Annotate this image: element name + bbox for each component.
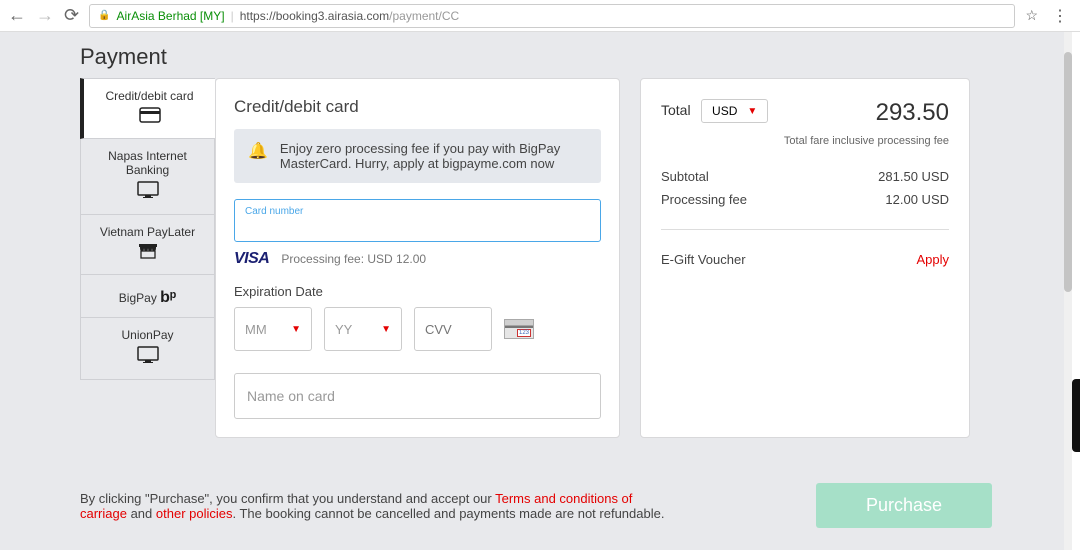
- disclaimer-text: By clicking "Purchase", you confirm that…: [80, 491, 680, 521]
- payment-method-tabs: Credit/debit card Napas Internet Banking…: [80, 78, 215, 438]
- expiry-month-select[interactable]: MM ▼: [234, 307, 312, 351]
- tab-label: Credit/debit card: [105, 89, 193, 103]
- card-number-field[interactable]: Card number: [234, 199, 601, 242]
- address-bar[interactable]: 🔒 AirAsia Berhad [MY] | https://booking3…: [89, 4, 1015, 28]
- page-title: Payment: [80, 32, 992, 78]
- expiration-label: Expiration Date: [234, 284, 601, 299]
- caret-down-icon: ▼: [747, 106, 757, 117]
- tab-vietnam-paylater[interactable]: Vietnam PayLater: [80, 215, 215, 275]
- placeholder: YY: [335, 322, 352, 337]
- summary-line-subtotal: Subtotal 281.50 USD: [661, 165, 949, 188]
- tab-label: UnionPay: [121, 328, 173, 342]
- line-value: 281.50 USD: [878, 169, 949, 184]
- expiry-year-select[interactable]: YY ▼: [324, 307, 402, 351]
- card-form-panel: Credit/debit card 🔔 Enjoy zero processin…: [215, 78, 620, 438]
- tab-label: Napas Internet Banking: [108, 149, 187, 177]
- caret-down-icon: ▼: [291, 324, 301, 335]
- total-amount: 293.50: [876, 99, 949, 127]
- line-label: Processing fee: [661, 192, 747, 207]
- store-icon: [87, 243, 208, 264]
- visa-logo-icon: VISA: [234, 250, 269, 268]
- card-icon: [90, 107, 209, 128]
- processing-fee-text: Processing fee: USD 12.00: [281, 252, 426, 266]
- tab-bigpay[interactable]: BigPay bᵖ: [80, 275, 215, 318]
- name-on-card-input[interactable]: [234, 373, 601, 419]
- total-subtext: Total fare inclusive processing fee: [661, 135, 949, 147]
- bookmark-star-icon[interactable]: ☆: [1025, 7, 1038, 24]
- promo-banner: 🔔 Enjoy zero processing fee if you pay w…: [234, 129, 601, 183]
- total-label: Total: [661, 102, 691, 118]
- lock-icon: 🔒: [98, 10, 110, 21]
- tab-unionpay[interactable]: UnionPay: [80, 318, 215, 380]
- cvv-card-icon: [504, 319, 534, 339]
- tab-napas-internet-banking[interactable]: Napas Internet Banking: [80, 139, 215, 215]
- summary-line-processing-fee: Processing fee 12.00 USD: [661, 188, 949, 211]
- scrollbar-vertical[interactable]: [1064, 32, 1072, 550]
- back-button[interactable]: ←: [8, 5, 26, 26]
- monitor-icon: [87, 346, 208, 369]
- panel-heading: Credit/debit card: [234, 97, 601, 117]
- caret-down-icon: ▼: [381, 324, 391, 335]
- summary-panel: Total USD ▼ 293.50 Total fare inclusive …: [640, 78, 970, 438]
- browser-menu-icon[interactable]: ⋮: [1048, 6, 1072, 26]
- url-text: https://booking3.airasia.com/payment/CC: [240, 9, 459, 23]
- field-label: Card number: [245, 206, 590, 217]
- feedback-tab[interactable]: Feedback: [1072, 379, 1080, 452]
- tab-credit-debit-card[interactable]: Credit/debit card: [80, 78, 215, 139]
- browser-toolbar: ← → ⟳ 🔒 AirAsia Berhad [MY] | https://bo…: [0, 0, 1080, 32]
- other-policies-link[interactable]: other policies: [156, 506, 233, 521]
- line-label: Subtotal: [661, 169, 709, 184]
- site-identity: AirAsia Berhad [MY]: [117, 9, 225, 23]
- line-value: 12.00 USD: [885, 192, 949, 207]
- tab-label: BigPay: [119, 291, 157, 305]
- currency-value: USD: [712, 104, 737, 118]
- page-body: Payment Credit/debit card Napas Internet…: [0, 32, 1072, 550]
- divider: [661, 229, 949, 230]
- reload-button[interactable]: ⟳: [64, 5, 79, 26]
- footer: By clicking "Purchase", you confirm that…: [80, 483, 992, 528]
- promo-text: Enjoy zero processing fee if you pay wit…: [280, 141, 587, 171]
- card-number-input[interactable]: [245, 218, 590, 233]
- placeholder: MM: [245, 322, 267, 337]
- cvv-input[interactable]: [414, 307, 492, 351]
- voucher-label: E-Gift Voucher: [661, 252, 746, 267]
- purchase-button[interactable]: Purchase: [816, 483, 992, 528]
- scrollbar-thumb[interactable]: [1064, 52, 1072, 292]
- monitor-icon: [87, 181, 208, 204]
- forward-button[interactable]: →: [36, 5, 54, 26]
- bigpay-icon: bᵖ: [160, 289, 176, 307]
- apply-voucher-link[interactable]: Apply: [916, 252, 949, 267]
- currency-select[interactable]: USD ▼: [701, 99, 768, 123]
- bell-icon: 🔔: [248, 141, 268, 161]
- tab-label: Vietnam PayLater: [100, 225, 195, 239]
